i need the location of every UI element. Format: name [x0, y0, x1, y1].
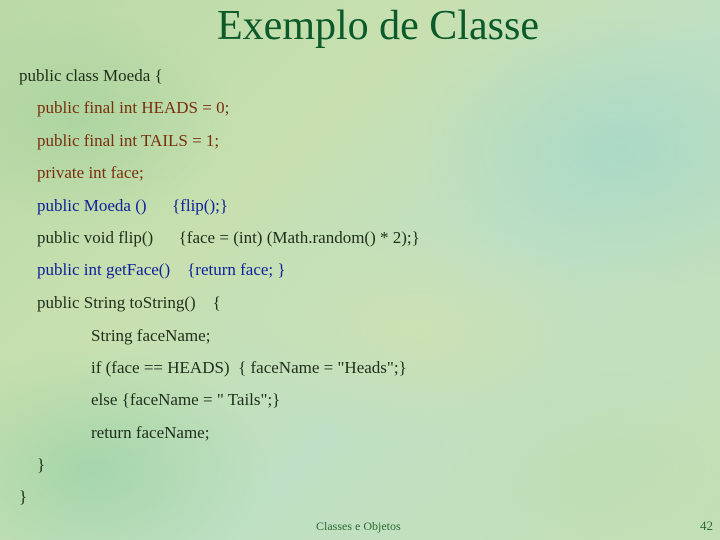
code-line-tails-constant: public final int TAILS = 1;: [37, 131, 220, 150]
code-line-tostring-method: public String toString() {: [37, 293, 221, 312]
slide-footer: Classes e Objetos: [316, 519, 401, 533]
code-line-class-close-brace: }: [19, 487, 28, 506]
code-line-method-close-brace: }: [37, 455, 46, 474]
page-number: 42: [700, 518, 713, 533]
code-line-heads-constant: public final int HEADS = 0;: [37, 98, 230, 117]
code-line-class-declaration: public class Moeda {: [19, 66, 163, 85]
code-line-face-field: private int face;: [37, 163, 144, 182]
code-line-flip-method: public void flip() {face = (int) (Math.r…: [37, 228, 420, 247]
code-line-else-tails: else {faceName = " Tails";}: [91, 390, 281, 409]
code-line-return: return faceName;: [91, 423, 210, 442]
code-line-if-heads: if (face == HEADS) { faceName = "Heads";…: [91, 358, 407, 377]
code-line-getface-method: public int getFace() {return face; }: [37, 260, 286, 279]
code-line-constructor: public Moeda () {flip();}: [37, 196, 228, 215]
code-line-facename-declaration: String faceName;: [91, 326, 211, 345]
slide-title: Exemplo de Classe: [217, 3, 539, 49]
